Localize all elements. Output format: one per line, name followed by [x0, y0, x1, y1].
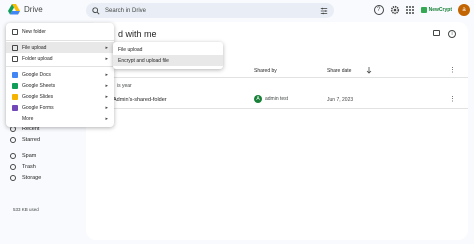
column-header-share-date[interactable]: Share date [327, 68, 351, 74]
menu-divider [6, 40, 114, 41]
list-view-icon[interactable] [433, 30, 440, 36]
menu-item-label: Google Slides [22, 93, 54, 100]
header-divider [86, 77, 468, 78]
brand-badge: NewCrypt [420, 7, 452, 13]
menu-item-google-sheets[interactable]: Google Sheets ▸ [6, 80, 114, 91]
view-controls: i [433, 30, 456, 38]
sidebar-item-label: Starred [22, 137, 41, 143]
row-more-options-icon[interactable]: ⋮ [449, 96, 456, 103]
row-share-date: Jun 7, 2023 [327, 97, 354, 103]
sidebar-item-label: Spam [22, 153, 37, 159]
menu-item-google-docs[interactable]: Google Docs ▸ [6, 69, 114, 80]
top-actions: ? NewCrypt a [373, 4, 470, 16]
menu-item-new-folder[interactable]: New folder [6, 26, 114, 37]
settings-gear-icon[interactable] [390, 5, 400, 15]
row-divider [86, 108, 468, 109]
folder-plus-icon [12, 28, 18, 35]
menu-item-label: More [22, 115, 34, 122]
app-title: Drive [24, 5, 43, 14]
chevron-right-icon: ▸ [105, 55, 108, 62]
menu-item-label: Google Docs [22, 71, 51, 78]
file-upload-icon [12, 44, 18, 51]
sheets-icon [12, 82, 18, 89]
apps-grid-icon[interactable] [405, 5, 415, 15]
submenu-item-encrypt-and-upload[interactable]: Encrypt and upload file [113, 55, 223, 66]
menu-item-label: File upload [22, 44, 47, 51]
sidebar-item-spam[interactable]: Spam [10, 153, 36, 159]
chevron-right-icon: ▸ [105, 71, 108, 78]
folder-upload-icon [12, 55, 18, 62]
sort-arrow-down-icon[interactable] [366, 67, 372, 74]
file-upload-submenu: File upload Encrypt and upload file [113, 42, 223, 69]
search-bar[interactable]: Search in Drive [86, 3, 334, 18]
menu-item-google-forms[interactable]: Google Forms ▸ [6, 102, 114, 113]
menu-item-label: Google Forms [22, 104, 54, 111]
owner-name: admin test [265, 96, 289, 102]
row-owner: A admin test [254, 95, 288, 103]
menu-item-label: Google Sheets [22, 82, 56, 89]
sidebar-item-label: Storage [22, 175, 42, 181]
menu-item-label: New folder [22, 28, 46, 35]
brand-name: NewCrypt [428, 7, 452, 13]
search-icon[interactable] [92, 6, 100, 15]
drive-logo[interactable]: Drive [8, 4, 43, 15]
sidebar-item-trash[interactable]: Trash [10, 164, 36, 170]
info-icon[interactable]: i [448, 30, 456, 38]
forms-icon [12, 104, 18, 111]
star-icon [10, 137, 16, 143]
column-header-shared-by[interactable]: Shared by [254, 68, 277, 74]
menu-item-file-upload[interactable]: File upload ▸ [6, 42, 114, 53]
slides-icon [12, 93, 18, 100]
row-file-name[interactable]: Admin's-shared-folder [113, 97, 167, 103]
menu-divider [6, 66, 114, 67]
chevron-right-icon: ▸ [105, 93, 108, 100]
sidebar-item-starred[interactable]: Starred [10, 137, 40, 143]
cloud-icon [10, 175, 16, 181]
chevron-right-icon: ▸ [105, 44, 108, 51]
sidebar-item-storage[interactable]: Storage [10, 175, 41, 181]
menu-item-more[interactable]: More ▸ [6, 113, 114, 124]
owner-avatar: A [254, 95, 262, 103]
drive-logo-icon [8, 4, 20, 15]
top-bar: Drive Search in Drive ? NewCrypt a [0, 0, 474, 22]
help-icon[interactable]: ? [373, 5, 384, 15]
chevron-right-icon: ▸ [105, 104, 108, 111]
page-title: d with me [118, 29, 157, 39]
trash-icon [10, 164, 16, 170]
brand-logo-icon [420, 7, 427, 13]
search-input[interactable]: Search in Drive [105, 8, 320, 14]
more-options-icon[interactable]: ⋮ [449, 67, 456, 74]
menu-item-label: Folder upload [22, 55, 53, 62]
account-avatar[interactable]: a [458, 4, 470, 16]
section-heading: is year [117, 83, 132, 89]
chevron-right-icon: ▸ [105, 82, 108, 89]
menu-item-google-slides[interactable]: Google Slides ▸ [6, 91, 114, 102]
new-menu: New folder File upload ▸ Folder upload ▸… [6, 23, 114, 127]
docs-icon [12, 71, 18, 78]
storage-used: 533 KB used [13, 207, 39, 212]
search-options-icon[interactable] [320, 7, 328, 15]
sidebar-item-label: Trash [22, 164, 36, 170]
spam-icon [10, 153, 16, 159]
menu-item-folder-upload[interactable]: Folder upload ▸ [6, 53, 114, 64]
submenu-item-file-upload[interactable]: File upload [113, 44, 223, 55]
chevron-right-icon: ▸ [105, 115, 108, 122]
